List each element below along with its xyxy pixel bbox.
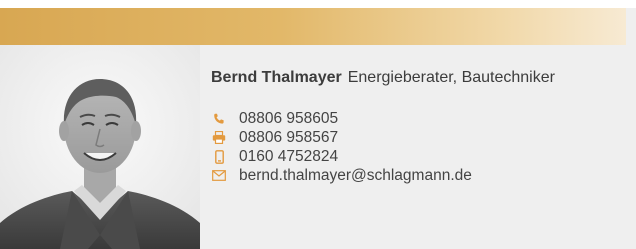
fax-number: 08806 958567 <box>239 129 339 146</box>
fax-icon <box>212 131 226 145</box>
top-strip <box>0 0 636 8</box>
headline: Bernd Thalmayer Energieberater, Bautechni… <box>211 68 626 88</box>
email-link[interactable]: bernd.thalmayer@schlagmann.de <box>239 166 472 185</box>
portrait-photo <box>0 45 200 249</box>
mobile-row: 0160 4752824 <box>211 147 626 166</box>
phone-number[interactable]: 08806 958605 <box>239 109 338 128</box>
contact-card: Bernd Thalmayer Energieberater, Bautechni… <box>0 0 636 249</box>
contact-details: Bernd Thalmayer Energieberater, Bautechni… <box>211 68 626 185</box>
person-role: Energieberater, Bautechniker <box>347 69 555 86</box>
contact-list: 08806 958605 08806 958567 0160 4752824 b… <box>211 109 626 185</box>
fax-row: 08806 958567 <box>211 128 626 147</box>
accent-bar <box>0 8 626 45</box>
mobile-icon <box>212 149 226 164</box>
email-row: bernd.thalmayer@schlagmann.de <box>211 166 626 185</box>
phone-icon <box>212 112 226 126</box>
envelope-icon <box>212 169 226 183</box>
phone-row: 08806 958605 <box>211 109 626 128</box>
person-name: Bernd Thalmayer <box>211 69 342 86</box>
mobile-number[interactable]: 0160 4752824 <box>239 147 338 166</box>
